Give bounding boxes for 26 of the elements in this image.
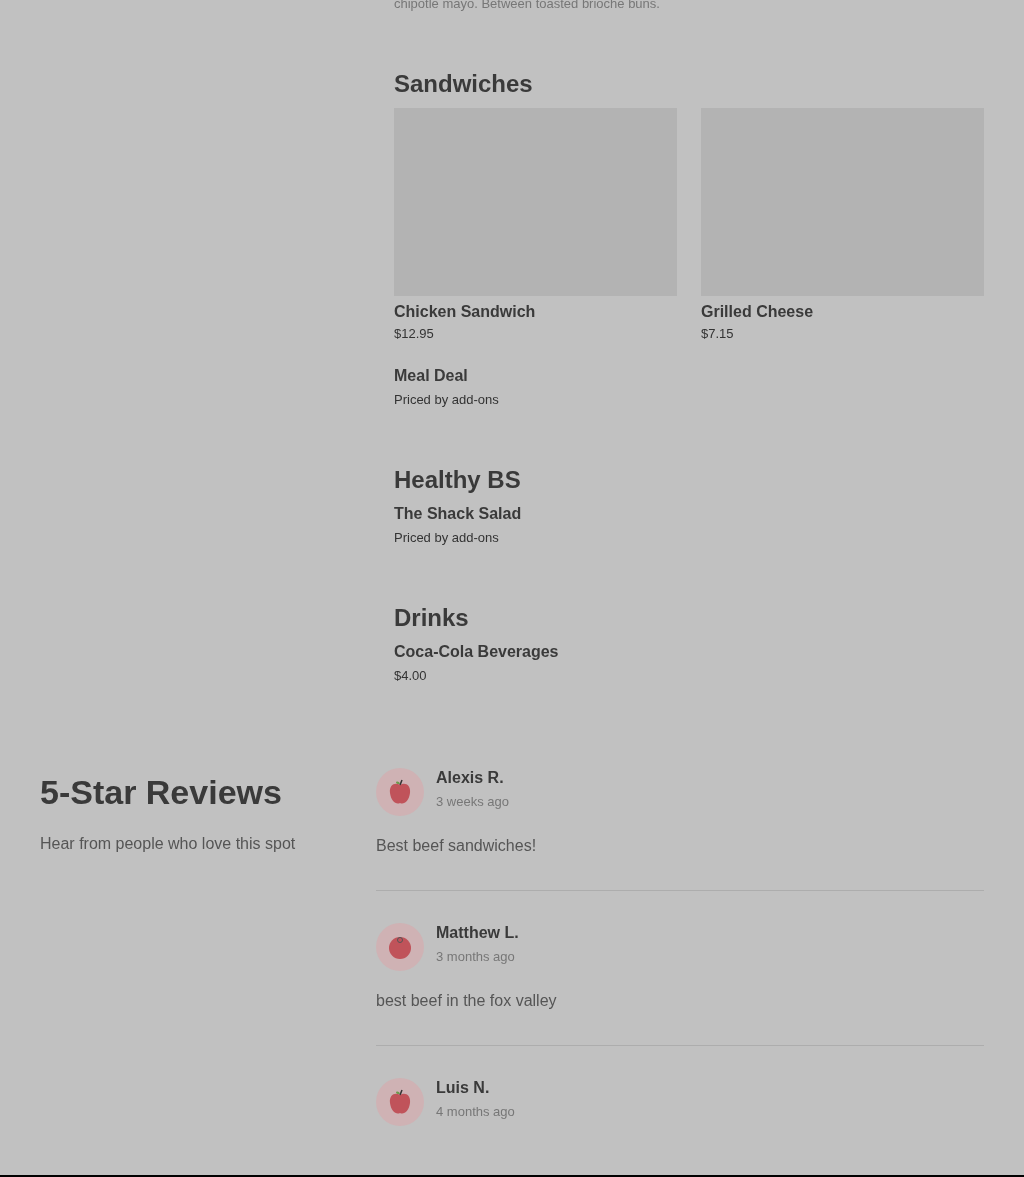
review-text: Best beef sandwiches! — [376, 836, 538, 856]
section-heading: Drinks — [394, 603, 470, 633]
apple-icon — [387, 1088, 413, 1116]
section-heading: Healthy BS — [394, 465, 522, 495]
review-time: 3 months ago — [436, 948, 516, 966]
item-price: $7.15 — [701, 326, 735, 342]
review-time: 4 months ago — [436, 1103, 515, 1121]
item-price: $4.00 — [394, 668, 428, 684]
section-heading: Sandwiches — [394, 69, 534, 99]
reviews-heading: 5-Star Reviews — [40, 772, 283, 812]
item-name[interactable]: Grilled Cheese — [701, 302, 984, 322]
item-price: Priced by add-ons — [394, 392, 500, 408]
review-time: 3 weeks ago — [436, 793, 509, 811]
item-name[interactable]: Chicken Sandwich — [394, 302, 677, 322]
review-text: best beef in the fox valley — [376, 991, 558, 1011]
item-name[interactable]: The Shack Salad — [394, 504, 984, 524]
tomato-icon — [387, 934, 413, 960]
item-name[interactable]: Coca-Cola Beverages — [394, 642, 984, 662]
reviewer-name: Alexis R. — [436, 768, 505, 788]
reviewer-name: Luis N. — [436, 1078, 491, 1098]
reviewer-name: Matthew L. — [436, 923, 519, 943]
reviews-subtitle: Hear from people who love this spot — [40, 834, 297, 854]
item-price: Priced by add-ons — [394, 530, 500, 546]
item-name[interactable]: Meal Deal — [394, 366, 984, 386]
item-price: $12.95 — [394, 326, 435, 342]
apple-icon — [387, 778, 413, 806]
